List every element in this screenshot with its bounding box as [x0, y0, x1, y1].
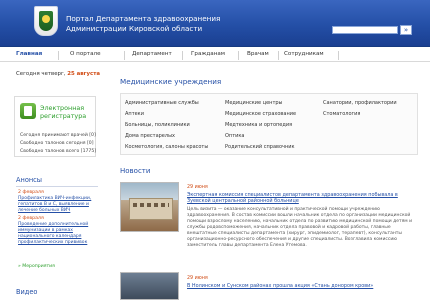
institution-link[interactable]: Дома престарелых	[125, 133, 175, 139]
news-headline-link[interactable]: Экспертная комиссия специалистов департа…	[187, 192, 415, 205]
crest-icon	[39, 11, 53, 31]
search-input[interactable]	[332, 26, 398, 34]
announcement-date: 2 февраля	[18, 190, 44, 195]
institution-link[interactable]: Оптика	[225, 133, 244, 139]
nav-item-citizens[interactable]: Гражданам	[191, 51, 225, 57]
nav-divider	[338, 51, 339, 60]
institution-link[interactable]: Санатории, профилактории	[323, 100, 397, 106]
site-header: Портал Департамента здравоохранения Адми…	[0, 0, 430, 47]
portal-title-line2: Администрации Кировской области	[66, 24, 203, 33]
events-link[interactable]: » Мероприятия	[18, 264, 55, 269]
today-date-value: 25 августа	[67, 71, 100, 77]
nav-item-about[interactable]: О портале	[70, 51, 101, 57]
nav-divider	[58, 51, 59, 60]
nav-item-staff[interactable]: Сотрудникам	[284, 51, 324, 57]
registry-title-line2: регистратура	[40, 112, 87, 120]
announcements-title: Анонсы	[16, 176, 42, 184]
news-date: 29 июня	[187, 276, 208, 281]
nav-divider	[278, 51, 279, 60]
news-title: Новости	[120, 167, 151, 175]
announcement-link[interactable]: Проведение дополнительной иммунизации в …	[18, 222, 96, 246]
institution-link[interactable]: Медицинское страхование	[225, 111, 296, 117]
building-windows	[133, 203, 169, 207]
registry-title-line1: Электронная	[40, 104, 85, 112]
announcement-date: 2 февраля	[18, 216, 44, 221]
nav-divider	[238, 51, 239, 60]
institution-link[interactable]: Медицинские центры	[225, 100, 283, 106]
institution-link[interactable]: Родительский справочник	[225, 144, 295, 150]
institution-link[interactable]: Стоматология	[323, 111, 360, 117]
institutions-title: Медицинские учреждения	[120, 77, 222, 86]
registry-stat: Свободно талонов всего [1775]	[20, 149, 97, 154]
registry-stat: Свободно талонов сегодня [0]	[20, 141, 94, 146]
institution-link[interactable]: Административные службы	[125, 100, 199, 106]
today-date: Сегодня четверг, 25 августа	[16, 71, 100, 77]
electronic-registry-widget: Электронная регистратура Сегодня принима…	[14, 96, 96, 157]
nav-item-department[interactable]: Департамент	[132, 51, 172, 57]
main-nav: Главная О портале Департамент Гражданам …	[0, 48, 430, 62]
registry-stat: Сегодня принимают врачей [0]	[20, 133, 96, 138]
institutions-panel: Административные службы Аптеки Больницы,…	[120, 93, 418, 155]
nav-item-doctors[interactable]: Врачам	[247, 51, 269, 57]
search-button[interactable]: »	[400, 25, 412, 35]
news-photo[interactable]	[120, 272, 179, 300]
news-photo[interactable]	[120, 182, 179, 232]
video-title: Видео	[16, 288, 38, 296]
nav-item-home[interactable]: Главная	[16, 51, 42, 57]
news-headline-link[interactable]: В Нолинском и Сунском районах прошла акц…	[187, 283, 415, 289]
nav-divider	[182, 51, 183, 60]
institution-link[interactable]: Косметология, салоны красоты	[125, 144, 208, 150]
news-body: Цель визита — оказание консультативной и…	[187, 207, 413, 248]
building-image	[129, 198, 173, 220]
institution-link[interactable]: Аптеки	[125, 111, 144, 117]
news-date: 29 июня	[187, 185, 208, 190]
coat-of-arms-logo[interactable]	[34, 6, 58, 36]
registry-icon[interactable]	[20, 103, 36, 119]
portal-title-line1: Портал Департамента здравоохранения	[66, 14, 221, 23]
announcement-link[interactable]: Профилактика ВИЧ-инфекции, гепатитов В и…	[18, 196, 96, 214]
section-divider	[16, 186, 98, 187]
institution-link[interactable]: Медтехника и ортопедия	[225, 122, 292, 128]
institution-link[interactable]: Больницы, поликлиники	[125, 122, 190, 128]
today-prefix: Сегодня четверг,	[16, 71, 68, 77]
nav-divider	[124, 51, 125, 60]
registry-title[interactable]: Электронная регистратура	[40, 104, 86, 120]
portal-title[interactable]: Портал Департамента здравоохранения Адми…	[66, 14, 220, 34]
